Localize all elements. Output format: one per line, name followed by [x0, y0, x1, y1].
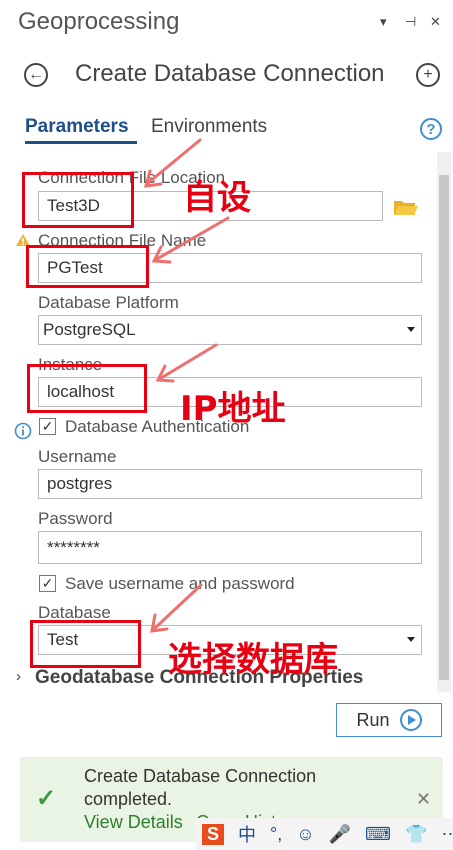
notice-line-1: Create Database Connection [84, 766, 317, 786]
run-button-label: Run [356, 709, 390, 730]
ime-chinese-mode[interactable]: 中 [238, 821, 256, 847]
close-notice-icon[interactable]: ✕ [416, 789, 431, 810]
notice-line-2: completed. [84, 789, 173, 809]
ime-skin-icon[interactable]: 👕 [405, 824, 427, 845]
annotation-arrows [143, 138, 230, 633]
annotation-choose-db: 选择数据库 [168, 640, 338, 680]
annotation-custom: 自设 [183, 178, 251, 218]
ime-toolbar: S 中 °, ☺ 🎤 ⌨ 👕 ⋯ [196, 818, 453, 850]
ime-emoji-icon[interactable]: ☺ [296, 824, 314, 845]
success-check-icon: ✓ [36, 785, 57, 812]
run-button[interactable]: Run [336, 703, 442, 737]
play-icon [399, 709, 422, 731]
ime-keyboard-icon[interactable]: ⌨ [365, 824, 391, 845]
annotation-ip-address: IP地址 [180, 389, 286, 429]
ime-logo-icon[interactable]: S [202, 823, 225, 845]
ime-more-icon[interactable]: ⋯ [441, 824, 453, 845]
ime-punctuation-icon[interactable]: °, [270, 824, 282, 845]
view-details-link[interactable]: View Details [84, 812, 183, 833]
ime-voice-icon[interactable]: 🎤 [329, 824, 351, 845]
